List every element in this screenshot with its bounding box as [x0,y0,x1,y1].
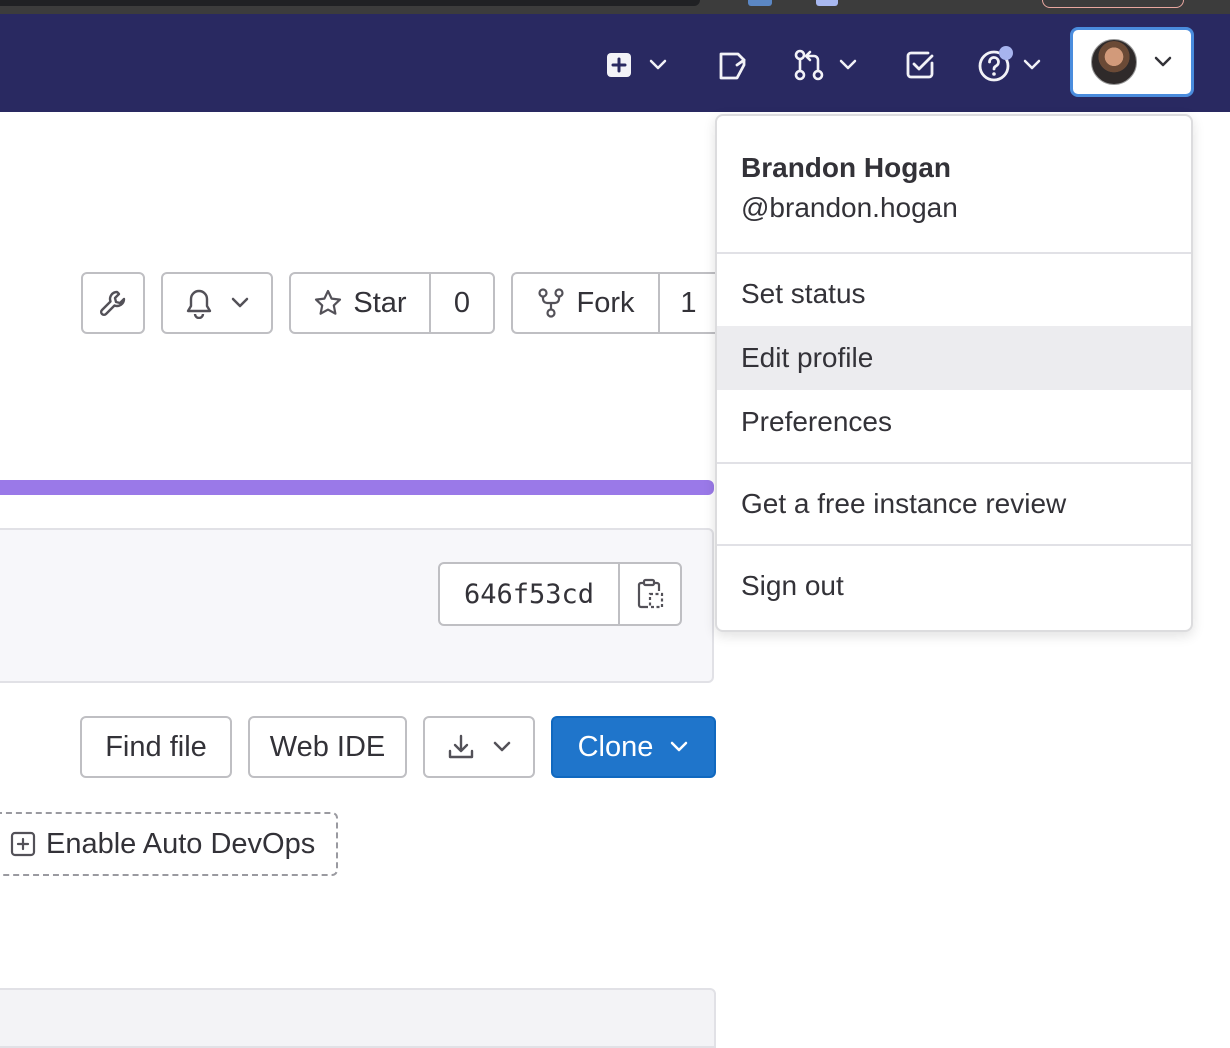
user-full-name: Brandon Hogan [741,152,951,183]
help-icon [976,46,1014,84]
user-dropdown-menu: Brandon Hogan @brandon.hogan Set status … [715,114,1193,632]
menu-item-edit-profile[interactable]: Edit profile [717,326,1191,390]
clone-dropdown-button[interactable]: Clone [551,716,716,778]
divider [717,252,1191,254]
menu-item-label: Get a free instance review [741,488,1067,519]
menu-item-label: Edit profile [741,342,874,373]
issues-link[interactable] [716,50,748,82]
star-button[interactable]: Star [291,274,429,332]
issues-icon [716,50,748,82]
star-label: Star [353,286,407,319]
star-count[interactable]: 0 [431,274,493,332]
fork-button-group: Fork 1 [511,272,717,334]
todo-icon [904,49,936,81]
browser-profile-pill[interactable] [1042,0,1184,8]
enable-auto-devops-button[interactable]: Enable Auto DevOps [0,812,338,876]
browser-tab-favicon [748,0,772,6]
menu-item-free-instance-review[interactable]: Get a free instance review [717,472,1191,536]
plus-square-icon [604,50,634,80]
merge-request-icon [792,48,826,82]
web-ide-button[interactable]: Web IDE [248,716,407,778]
file-tree-header [0,988,716,1048]
find-file-button[interactable]: Find file [80,716,232,778]
find-file-label: Find file [105,730,207,763]
project-progress-bar [0,480,714,495]
download-dropdown[interactable] [423,716,535,778]
chevron-down-icon [230,296,250,310]
menu-item-set-status[interactable]: Set status [717,262,1191,326]
browser-tab[interactable] [0,0,700,6]
divider [717,462,1191,464]
fork-count-value: 1 [680,286,697,319]
plus-square-icon [10,831,36,857]
wrench-icon [98,288,128,318]
menu-item-label: Sign out [741,570,844,601]
divider [717,544,1191,546]
bell-icon [184,287,214,319]
download-icon [446,732,476,762]
star-button-group: Star 0 [289,272,495,334]
menu-item-label: Preferences [741,406,892,437]
chevron-down-icon [838,58,858,72]
commit-sha-group: 646f53cd [438,562,682,626]
menu-item-label: Set status [741,278,866,309]
chevron-down-icon [1153,55,1173,69]
chevron-down-icon [492,740,512,754]
project-settings-button[interactable] [81,272,145,334]
web-ide-label: Web IDE [269,730,386,763]
todos-link[interactable] [904,49,936,81]
menu-item-sign-out[interactable]: Sign out [717,554,1191,618]
copy-sha-button[interactable] [620,564,680,624]
user-menu-toggle[interactable] [1070,27,1194,97]
commit-sha-link[interactable]: 646f53cd [440,579,618,610]
fork-icon [537,287,565,319]
enable-auto-devops-label: Enable Auto DevOps [46,827,316,860]
browser-tab-favicon [816,0,838,6]
create-new-dropdown[interactable] [604,50,668,80]
merge-requests-dropdown[interactable] [792,48,858,82]
menu-item-preferences[interactable]: Preferences [717,390,1191,454]
avatar [1091,39,1137,85]
browser-tab-strip [0,0,1230,14]
user-username: @brandon.hogan [741,192,958,223]
clone-label: Clone [577,730,654,763]
fork-label: Fork [576,286,635,319]
help-dropdown[interactable] [976,46,1042,84]
fork-count[interactable]: 1 [660,274,717,332]
chevron-down-icon [1022,58,1042,72]
chevron-down-icon [669,740,689,754]
star-count-value: 0 [453,286,471,319]
clipboard-icon [635,578,665,610]
star-icon [313,288,343,318]
chevron-down-icon [648,58,668,72]
notifications-dropdown[interactable] [161,272,273,334]
fork-button[interactable]: Fork [513,274,658,332]
